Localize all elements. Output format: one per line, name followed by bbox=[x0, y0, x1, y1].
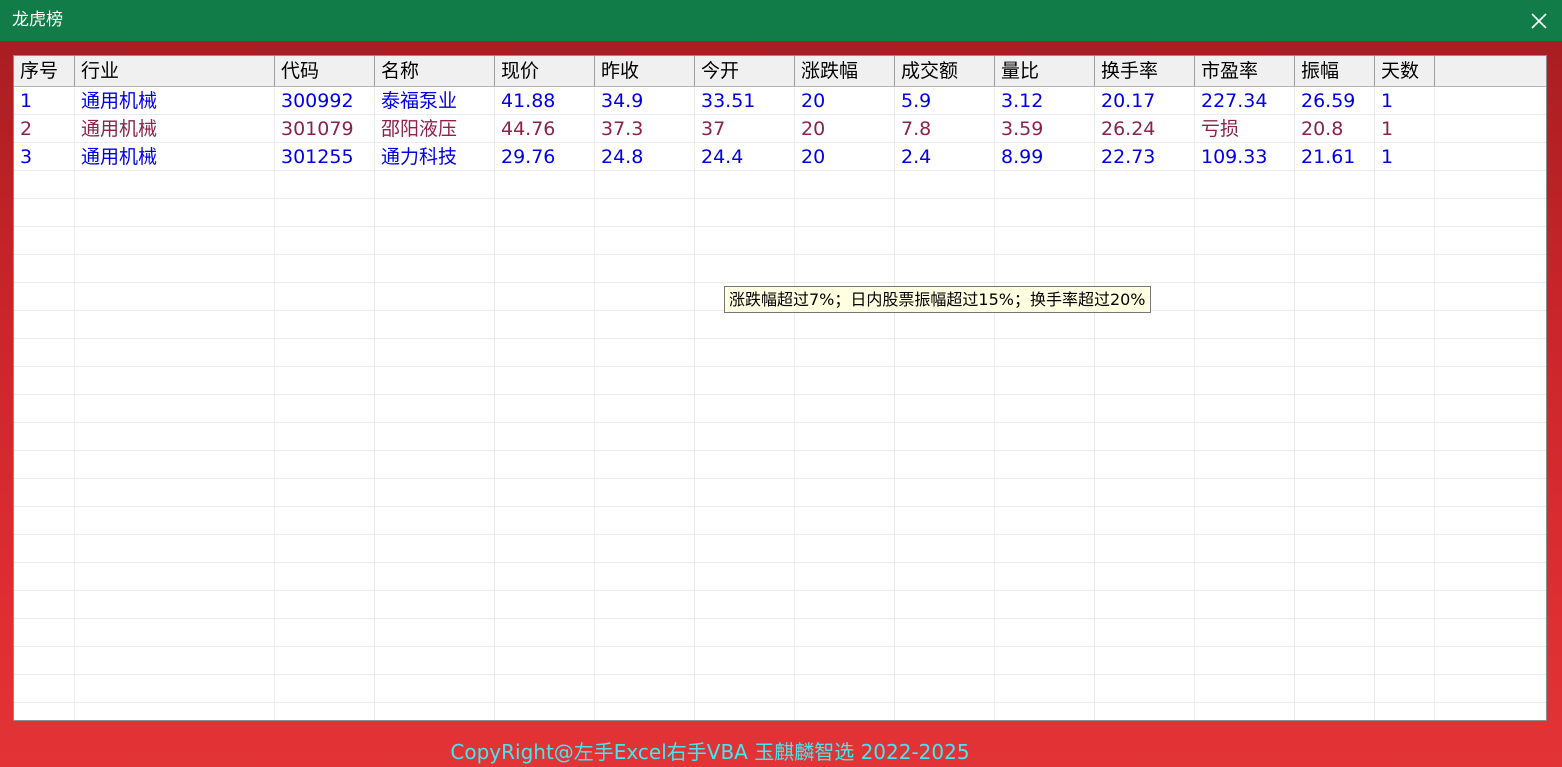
grid-line bbox=[494, 87, 495, 720]
table-cell[interactable]: 300992 bbox=[275, 87, 375, 115]
table-cell[interactable]: 2.4 bbox=[895, 143, 995, 171]
column-header[interactable]: 代码 bbox=[275, 56, 375, 86]
table-cell[interactable]: 5.9 bbox=[895, 87, 995, 115]
table-cell[interactable]: 109.33 bbox=[1195, 143, 1295, 171]
table-cell[interactable]: 20 bbox=[795, 143, 895, 171]
column-header[interactable]: 行业 bbox=[75, 56, 275, 86]
table-cell[interactable]: 通用机械 bbox=[75, 87, 275, 115]
table-cell[interactable]: 泰福泵业 bbox=[375, 87, 495, 115]
table-cell[interactable]: 24.4 bbox=[695, 143, 795, 171]
table-row[interactable]: 2 通用机械 301079 邵阳液压 44.76 37.3 37 20 7.8 3.59 26.24… bbox=[14, 115, 1434, 143]
table-cell[interactable]: 通用机械 bbox=[75, 115, 275, 143]
data-grid[interactable]: 序号 行业 代码 名称 现价 昨收 今开 涨跌幅 成交额 量比 换手率 市盈率 振幅 天数 1 通用机械 30… bbox=[13, 55, 1547, 721]
grid-line bbox=[14, 422, 1546, 423]
tooltip: 涨跌幅超过7%；日内股票振幅超过15%；换手率超过20% bbox=[724, 286, 1151, 313]
grid-line bbox=[594, 87, 595, 720]
table-cell[interactable]: 20.17 bbox=[1095, 87, 1195, 115]
table-cell[interactable]: 33.51 bbox=[695, 87, 795, 115]
column-header[interactable]: 成交额 bbox=[895, 56, 995, 86]
grid-line bbox=[274, 87, 275, 720]
grid-line bbox=[14, 702, 1546, 703]
table-cell[interactable]: 301079 bbox=[275, 115, 375, 143]
table-cell[interactable]: 8.99 bbox=[995, 143, 1095, 171]
grid-line bbox=[14, 226, 1546, 227]
grid-line bbox=[14, 590, 1546, 591]
grid-line bbox=[1374, 87, 1375, 720]
table-cell[interactable]: 1 bbox=[1375, 115, 1435, 143]
grid-line bbox=[1094, 87, 1095, 720]
grid-line bbox=[794, 87, 795, 720]
copyright-footer: CopyRight@左手Excel右手VBA 玉麒麟智选 2022-2025 bbox=[450, 740, 970, 764]
table-row[interactable]: 1 通用机械 300992 泰福泵业 41.88 34.9 33.51 20 5.9 3.12 20… bbox=[14, 87, 1434, 115]
table-cell[interactable]: 26.59 bbox=[1295, 87, 1375, 115]
column-header[interactable]: 昨收 bbox=[595, 56, 695, 86]
grid-line bbox=[894, 87, 895, 720]
table-cell[interactable]: 邵阳液压 bbox=[375, 115, 495, 143]
grid-line bbox=[14, 394, 1546, 395]
grid-line bbox=[1434, 87, 1435, 720]
title-bar: 龙虎榜 bbox=[0, 0, 1562, 41]
grid-line bbox=[14, 562, 1546, 563]
table-cell[interactable]: 26.24 bbox=[1095, 115, 1195, 143]
grid-line bbox=[374, 87, 375, 720]
table-cell[interactable]: 21.61 bbox=[1295, 143, 1375, 171]
table-cell[interactable]: 20 bbox=[795, 115, 895, 143]
table-cell[interactable]: 22.73 bbox=[1095, 143, 1195, 171]
table-cell[interactable]: 37 bbox=[695, 115, 795, 143]
grid-line bbox=[14, 674, 1546, 675]
grid-line bbox=[14, 282, 1546, 283]
table-cell[interactable]: 2 bbox=[14, 115, 75, 143]
table-cell[interactable]: 34.9 bbox=[595, 87, 695, 115]
table-cell[interactable]: 227.34 bbox=[1195, 87, 1295, 115]
grid-line bbox=[14, 506, 1546, 507]
table-cell[interactable]: 301255 bbox=[275, 143, 375, 171]
grid-line bbox=[14, 618, 1546, 619]
grid-line bbox=[14, 198, 1546, 199]
grid-line bbox=[14, 366, 1546, 367]
grid-line bbox=[14, 254, 1546, 255]
column-header[interactable]: 天数 bbox=[1375, 56, 1435, 86]
column-header[interactable]: 涨跌幅 bbox=[795, 56, 895, 86]
table-cell[interactable]: 29.76 bbox=[495, 143, 595, 171]
table-cell[interactable]: 通用机械 bbox=[75, 143, 275, 171]
table-cell[interactable]: 3.59 bbox=[995, 115, 1095, 143]
column-header[interactable]: 今开 bbox=[695, 56, 795, 86]
table-cell[interactable]: 24.8 bbox=[595, 143, 695, 171]
table-cell[interactable]: 44.76 bbox=[495, 115, 595, 143]
grid-line bbox=[14, 450, 1546, 451]
column-header[interactable]: 序号 bbox=[14, 56, 75, 86]
table-cell[interactable]: 1 bbox=[1375, 143, 1435, 171]
column-header[interactable]: 振幅 bbox=[1295, 56, 1375, 86]
table-cell[interactable]: 20 bbox=[795, 87, 895, 115]
grid-header: 序号 行业 代码 名称 现价 昨收 今开 涨跌幅 成交额 量比 换手率 市盈率 振幅 天数 bbox=[14, 56, 1546, 87]
grid-line bbox=[1194, 87, 1195, 720]
table-cell[interactable]: 1 bbox=[14, 87, 75, 115]
table-cell[interactable]: 通力科技 bbox=[375, 143, 495, 171]
column-header[interactable]: 量比 bbox=[995, 56, 1095, 86]
grid-line bbox=[994, 87, 995, 720]
grid-line bbox=[1294, 87, 1295, 720]
close-button[interactable] bbox=[1516, 0, 1562, 41]
table-cell[interactable]: 37.3 bbox=[595, 115, 695, 143]
grid-line bbox=[14, 534, 1546, 535]
table-cell[interactable]: 3 bbox=[14, 143, 75, 171]
grid-line bbox=[14, 478, 1546, 479]
table-cell[interactable]: 3.12 bbox=[995, 87, 1095, 115]
close-icon bbox=[1531, 12, 1547, 29]
table-row[interactable]: 3 通用机械 301255 通力科技 29.76 24.8 24.4 20 2.4 8.99 22.… bbox=[14, 143, 1434, 171]
grid-line bbox=[14, 338, 1546, 339]
table-cell[interactable]: 亏损 bbox=[1195, 115, 1295, 143]
grid-line bbox=[694, 87, 695, 720]
column-header[interactable]: 现价 bbox=[495, 56, 595, 86]
table-cell[interactable]: 1 bbox=[1375, 87, 1435, 115]
table-cell[interactable]: 7.8 bbox=[895, 115, 995, 143]
window-title: 龙虎榜 bbox=[12, 10, 63, 30]
table-cell[interactable]: 20.8 bbox=[1295, 115, 1375, 143]
grid-line bbox=[74, 87, 75, 720]
column-header[interactable]: 名称 bbox=[375, 56, 495, 86]
grid-line bbox=[14, 646, 1546, 647]
column-header[interactable]: 换手率 bbox=[1095, 56, 1195, 86]
column-header[interactable]: 市盈率 bbox=[1195, 56, 1295, 86]
table-cell[interactable]: 41.88 bbox=[495, 87, 595, 115]
